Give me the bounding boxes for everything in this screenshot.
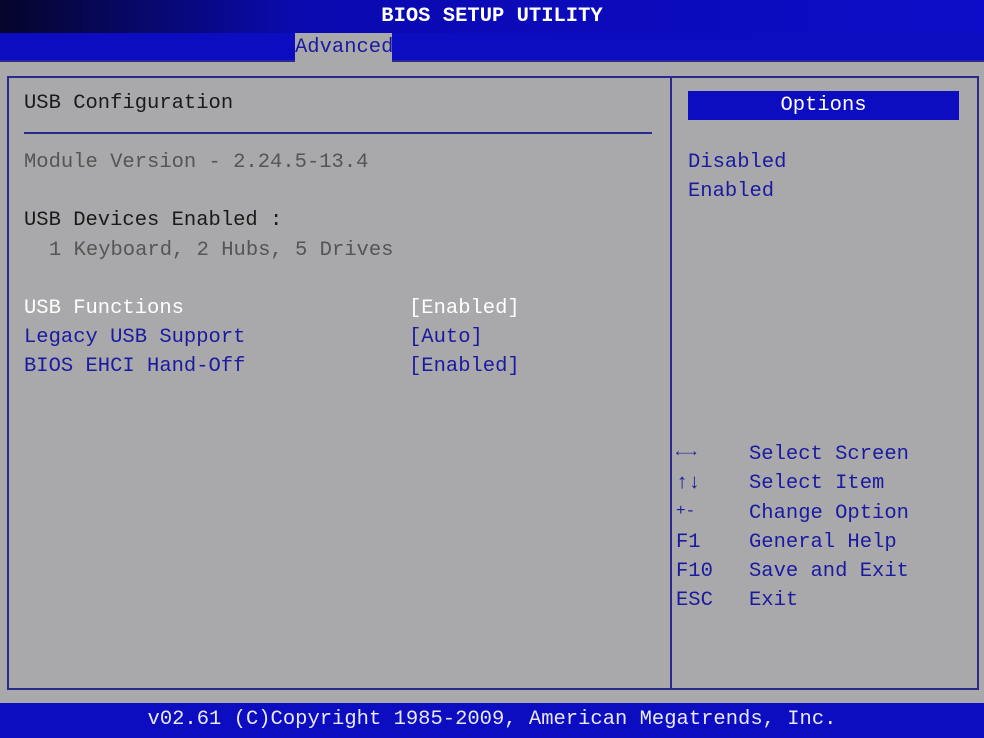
setting-usb-functions-value[interactable]: [Enabled] bbox=[409, 297, 520, 320]
help-key-esc: ESC bbox=[676, 589, 713, 612]
module-version: Module Version - 2.24.5-13.4 bbox=[24, 151, 369, 174]
divider bbox=[24, 132, 652, 134]
section-title: USB Configuration bbox=[24, 92, 234, 115]
setting-bios-ehci-hand-off-value[interactable]: [Enabled] bbox=[409, 355, 520, 378]
help-key-f1: F1 bbox=[676, 531, 701, 554]
tab-advanced[interactable]: Advanced bbox=[295, 33, 393, 62]
setting-legacy-usb-support-value[interactable]: [Auto] bbox=[409, 326, 483, 349]
help-select-screen: Select Screen bbox=[749, 443, 909, 466]
help-change-option: Change Option bbox=[749, 502, 909, 525]
setting-usb-functions[interactable]: USB Functions bbox=[24, 297, 184, 320]
tab-bar bbox=[0, 33, 984, 62]
usb-devices-value: 1 Keyboard, 2 Hubs, 5 Drives bbox=[49, 239, 394, 262]
help-key-f10: F10 bbox=[676, 560, 713, 583]
help-general-help: General Help bbox=[749, 531, 897, 554]
help-select-item: Select Item bbox=[749, 472, 885, 495]
left-right-arrows-icon: ←→ bbox=[676, 443, 697, 462]
help-save-and-exit: Save and Exit bbox=[749, 560, 909, 583]
setting-bios-ehci-hand-off[interactable]: BIOS EHCI Hand-Off bbox=[24, 355, 245, 378]
up-down-arrows-icon: ↑↓ bbox=[676, 472, 701, 495]
options-header: Options bbox=[688, 91, 959, 120]
copyright-footer: v02.61 (C)Copyright 1985-2009, American … bbox=[0, 703, 984, 738]
option-disabled[interactable]: Disabled bbox=[688, 151, 786, 174]
title-bar: BIOS SETUP UTILITY bbox=[0, 0, 984, 33]
help-exit: Exit bbox=[749, 589, 799, 612]
option-enabled[interactable]: Enabled bbox=[688, 180, 774, 203]
setting-legacy-usb-support[interactable]: Legacy USB Support bbox=[24, 326, 245, 349]
usb-devices-label: USB Devices Enabled : bbox=[24, 209, 283, 232]
plus-minus-icon: +- bbox=[676, 502, 696, 520]
